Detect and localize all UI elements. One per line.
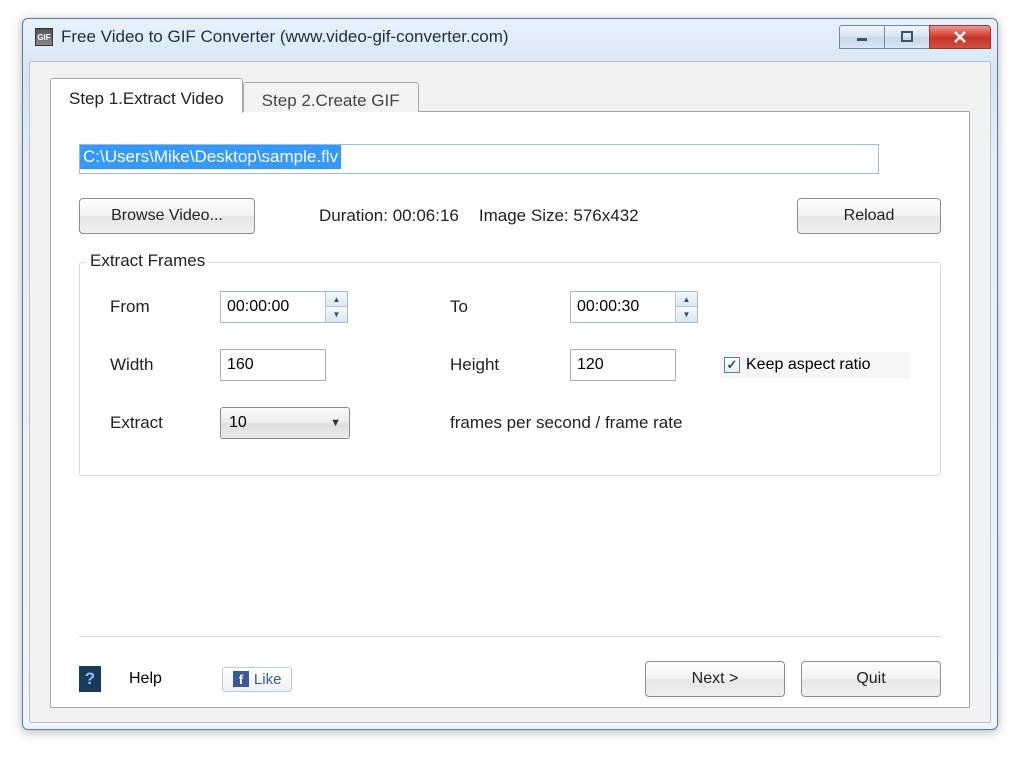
window-controls bbox=[840, 25, 991, 49]
next-button[interactable]: Next > bbox=[645, 661, 785, 697]
checkbox-icon: ✓ bbox=[724, 357, 740, 373]
extract-frames-group: Extract Frames From 00:00:00 ▲▼ To 00:00… bbox=[79, 262, 941, 476]
bottom-bar: ? Help f Like Next > Quit bbox=[79, 636, 941, 697]
from-time-input[interactable]: 00:00:00 ▲▼ bbox=[220, 291, 348, 323]
tab-extract-video[interactable]: Step 1.Extract Video bbox=[50, 78, 243, 113]
from-label: From bbox=[110, 297, 220, 317]
to-spinner[interactable]: ▲▼ bbox=[675, 292, 697, 322]
close-button[interactable] bbox=[929, 25, 991, 49]
keep-aspect-label: Keep aspect ratio bbox=[746, 356, 871, 374]
height-input[interactable] bbox=[570, 349, 676, 381]
group-legend: Extract Frames bbox=[86, 251, 209, 271]
extract-label: Extract bbox=[110, 413, 220, 433]
chevron-down-icon: ▼ bbox=[330, 417, 341, 429]
tab-create-gif[interactable]: Step 2.Create GIF bbox=[243, 82, 419, 112]
framerate-combo[interactable]: 10 ▼ bbox=[220, 407, 350, 439]
help-label[interactable]: Help bbox=[129, 670, 162, 688]
fps-label: frames per second / frame rate bbox=[450, 413, 910, 433]
facebook-icon: f bbox=[233, 671, 249, 687]
width-label: Width bbox=[110, 355, 220, 375]
maximize-button[interactable] bbox=[884, 25, 930, 49]
to-label: To bbox=[450, 297, 570, 317]
from-spinner[interactable]: ▲▼ bbox=[325, 292, 347, 322]
filepath-input[interactable]: C:\Users\Mike\Desktop\sample.flv bbox=[79, 144, 879, 174]
titlebar[interactable]: GIF Free Video to GIF Converter (www.vid… bbox=[23, 19, 997, 55]
close-icon bbox=[953, 30, 967, 44]
image-size-text: Image Size: 576x432 bbox=[479, 206, 639, 226]
app-window: GIF Free Video to GIF Converter (www.vid… bbox=[22, 18, 998, 730]
quit-button[interactable]: Quit bbox=[801, 661, 941, 697]
tabstrip: Step 1.Extract Video Step 2.Create GIF bbox=[50, 78, 970, 112]
minimize-icon bbox=[856, 31, 868, 43]
window-title: Free Video to GIF Converter (www.video-g… bbox=[61, 27, 509, 47]
client-area: Step 1.Extract Video Step 2.Create GIF C… bbox=[29, 61, 991, 723]
facebook-like-button[interactable]: f Like bbox=[222, 667, 293, 692]
minimize-button[interactable] bbox=[839, 25, 885, 49]
browse-video-button[interactable]: Browse Video... bbox=[79, 198, 255, 234]
width-input[interactable] bbox=[220, 349, 326, 381]
help-icon[interactable]: ? bbox=[79, 666, 101, 692]
duration-text: Duration: 00:06:16 bbox=[319, 206, 459, 226]
keep-aspect-checkbox[interactable]: ✓ Keep aspect ratio bbox=[720, 352, 910, 378]
tab-panel: C:\Users\Mike\Desktop\sample.flv Browse … bbox=[50, 111, 970, 708]
app-icon: GIF bbox=[35, 28, 53, 46]
maximize-icon bbox=[901, 31, 913, 43]
height-label: Height bbox=[450, 355, 570, 375]
to-time-input[interactable]: 00:00:30 ▲▼ bbox=[570, 291, 698, 323]
reload-button[interactable]: Reload bbox=[797, 198, 941, 234]
